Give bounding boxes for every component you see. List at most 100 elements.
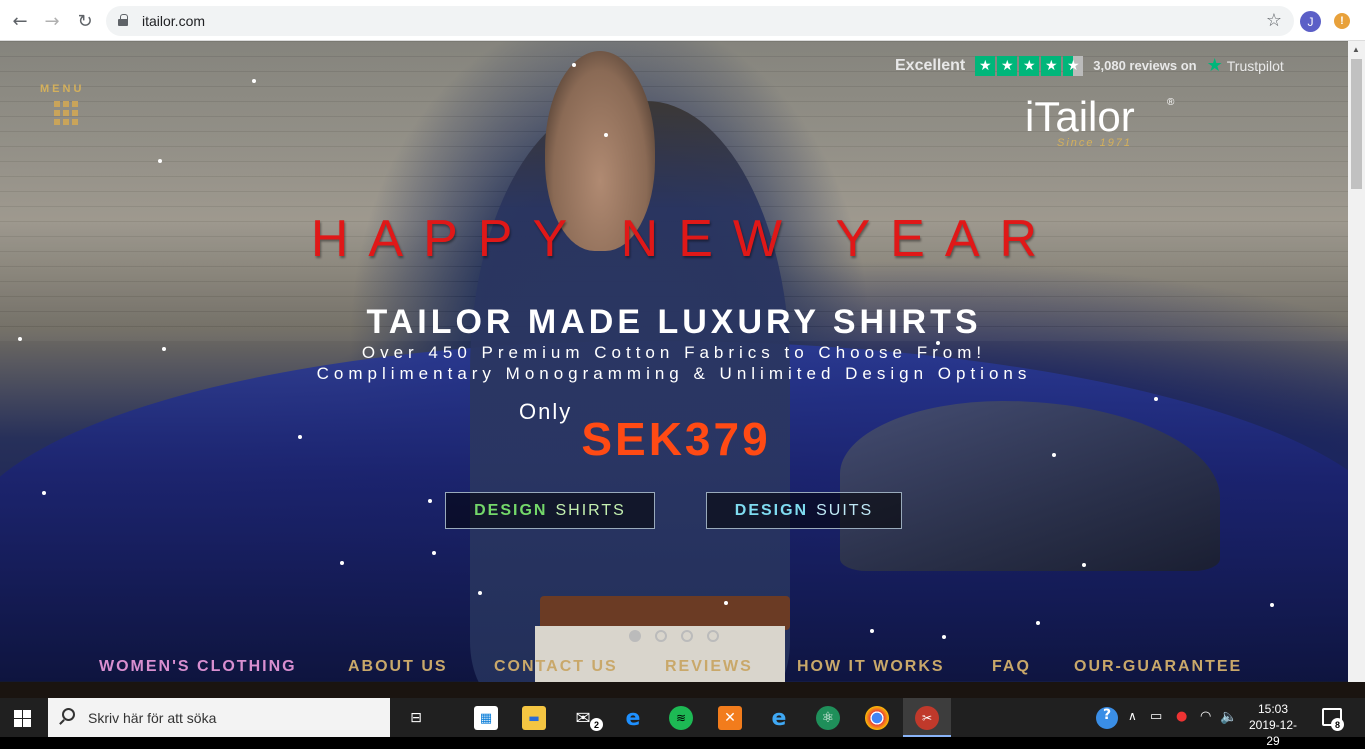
lock-icon: [118, 14, 128, 26]
speaker-icon[interactable]: 🔈: [1220, 709, 1237, 725]
nav-faq[interactable]: FAQ: [992, 658, 1031, 676]
hero-headline: TAILOR MADE LUXURY SHIRTS: [366, 303, 982, 341]
snowflake: [1036, 621, 1040, 625]
snowflake: [870, 629, 874, 633]
snowflake: [1270, 603, 1274, 607]
network-error-icon[interactable]: ●: [1176, 709, 1187, 724]
snowflake: [432, 551, 436, 555]
profile-avatar[interactable]: J: [1300, 11, 1321, 32]
scroll-up-arrow-icon[interactable]: ▲: [1352, 45, 1360, 54]
show-hidden-icons-chevron-icon[interactable]: ∧: [1128, 709, 1137, 723]
taskbar-search-box[interactable]: Skriv här för att söka: [48, 698, 390, 737]
design-suits-strong: DESIGN: [734, 501, 809, 519]
battery-icon[interactable]: ▭: [1150, 709, 1162, 724]
edge-icon[interactable]: e: [621, 706, 645, 731]
task-view-icon[interactable]: ⊟: [404, 706, 428, 730]
file-explorer-icon[interactable]: ▬: [522, 706, 546, 730]
nav-contact-us[interactable]: CONTACT US: [494, 658, 618, 676]
hero-subline-2: Complimentary Monogramming & Unlimited D…: [316, 364, 1032, 383]
star-icon: ★: [1041, 55, 1062, 76]
trustpilot-rating-word: Excellent: [895, 56, 966, 74]
logo-registered-mark: ®: [1167, 97, 1175, 108]
trustpilot-stars: ★ ★ ★ ★ ★: [975, 55, 1084, 76]
internet-explorer-icon[interactable]: e: [767, 706, 791, 731]
carousel-dot-active[interactable]: [629, 630, 641, 642]
page-scrollbar[interactable]: ▲: [1348, 41, 1365, 682]
snowflake: [158, 159, 162, 163]
back-arrow-icon[interactable]: ←: [8, 9, 32, 33]
model-belt: [540, 596, 790, 630]
trustpilot-widget[interactable]: Excellent ★ ★ ★ ★ ★ 3,080 reviews on ★ T…: [895, 55, 1284, 76]
bookmark-star-icon[interactable]: ☆: [1266, 10, 1282, 31]
snowflake: [478, 591, 482, 595]
url-text[interactable]: itailor.com: [142, 13, 205, 29]
clock-time: 15:03: [1257, 702, 1289, 716]
design-shirts-strong: DESIGN: [474, 501, 548, 519]
snowflake: [942, 635, 946, 639]
nav-womens-clothing[interactable]: WOMEN'S CLOTHING: [99, 658, 297, 676]
nav-our-guarantee[interactable]: OUR-GUARANTEE: [1074, 658, 1242, 676]
greeting-heading: HAPPY NEW YEAR: [310, 210, 1058, 268]
store-icon[interactable]: ▦: [474, 706, 498, 730]
address-bar[interactable]: itailor.com ☆: [106, 6, 1294, 36]
menu-label[interactable]: MENU: [40, 83, 84, 95]
update-alert-icon[interactable]: !: [1334, 13, 1350, 29]
price-value: SEK379: [581, 413, 771, 465]
main-navigation: WOMEN'S CLOTHING ABOUT US CONTACT US REV…: [0, 653, 1348, 682]
scrollbar-thumb[interactable]: [1351, 59, 1362, 189]
hero-subline-1: Over 450 Premium Cotton Fabrics to Choos…: [361, 343, 987, 362]
snowflake: [42, 491, 46, 495]
star-icon: ★: [975, 55, 996, 76]
carousel-dot[interactable]: [707, 630, 719, 642]
xampp-icon[interactable]: ✕: [718, 706, 742, 730]
snowflake: [428, 499, 432, 503]
trustpilot-logo-icon: ★: [1206, 55, 1223, 76]
snowflake: [1082, 563, 1086, 567]
carousel-dots: [629, 630, 719, 642]
star-icon: ★: [997, 55, 1018, 76]
notification-count-badge: 8: [1331, 718, 1344, 731]
half-star-icon: ★: [1063, 55, 1084, 76]
nav-reviews[interactable]: REVIEWS: [665, 658, 753, 676]
atom-icon[interactable]: ⚛: [816, 706, 840, 730]
snowflake: [1154, 397, 1158, 401]
logo-name: iTailor: [1025, 93, 1135, 140]
forward-arrow-icon[interactable]: →: [40, 9, 64, 33]
snowflake: [572, 63, 576, 67]
site-logo[interactable]: iTailor ® Since 1971: [1025, 93, 1174, 149]
design-shirts-rest: SHIRTS: [555, 501, 626, 519]
windows-start-icon[interactable]: [14, 710, 31, 727]
menu-grid-icon[interactable]: [54, 101, 78, 125]
carousel-dot[interactable]: [655, 630, 667, 642]
logo-tagline: Since 1971: [1057, 137, 1133, 149]
snipping-tool-icon[interactable]: ✂: [915, 706, 939, 730]
snowflake: [604, 133, 608, 137]
design-suits-rest: SUITS: [816, 501, 874, 519]
help-icon[interactable]: ?: [1096, 707, 1118, 729]
mail-badge: 2: [590, 718, 603, 731]
trustpilot-brand: Trustpilot: [1226, 57, 1284, 74]
chrome-icon[interactable]: [865, 706, 889, 730]
clock-date: 2019-12-29: [1248, 718, 1298, 748]
star-icon: ★: [1019, 55, 1040, 76]
snowflake: [252, 79, 256, 83]
page-bottom-strip: [0, 682, 1365, 698]
design-shirts-button[interactable]: DESIGN SHIRTS: [445, 492, 655, 529]
wifi-icon[interactable]: ◠: [1200, 709, 1211, 724]
hero-banner: MENU Excellent ★ ★ ★ ★ ★ 3,080 reviews o…: [0, 41, 1348, 682]
taskbar-search-placeholder: Skriv här för att söka: [88, 710, 217, 726]
trustpilot-review-count: 3,080 reviews on: [1093, 58, 1197, 73]
system-clock[interactable]: 15:03 2019-12-29: [1243, 701, 1303, 749]
design-suits-button[interactable]: DESIGN SUITS: [706, 492, 902, 529]
browser-toolbar: ← → ↻ itailor.com ☆ J !: [0, 0, 1365, 41]
carousel-dot[interactable]: [681, 630, 693, 642]
reload-icon[interactable]: ↻: [73, 9, 97, 33]
snowflake: [724, 601, 728, 605]
nav-about-us[interactable]: ABOUT US: [348, 658, 448, 676]
search-icon: [62, 708, 75, 721]
snowflake: [340, 561, 344, 565]
windows-taskbar: Skriv här för att söka ⊟ ▦ ▬ ✉ 2 e ≋ ✕ e…: [0, 698, 1365, 748]
spotify-icon[interactable]: ≋: [669, 706, 693, 730]
nav-how-it-works[interactable]: HOW IT WORKS: [797, 658, 945, 676]
taskbar-active-app[interactable]: ✂: [903, 698, 951, 737]
